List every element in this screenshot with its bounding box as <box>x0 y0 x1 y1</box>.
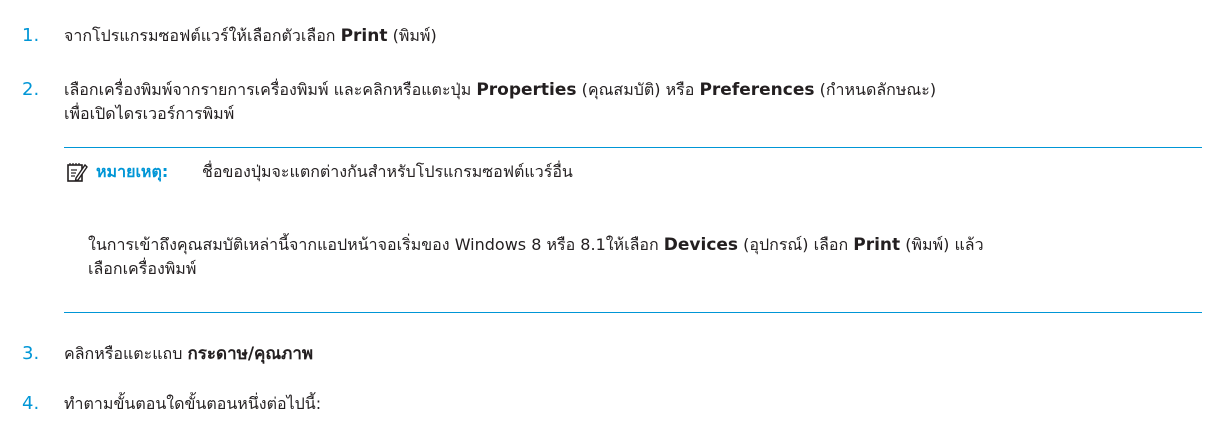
step-bold-term: Properties <box>476 80 577 100</box>
note-text: ชื่อของปุ่มจะแตกต่างกันสำหรับโปรแกรมซอฟต… <box>202 162 573 181</box>
note-label: หมายเหตุ: <box>96 162 169 181</box>
step-number: 4. <box>22 393 40 414</box>
note-bold-term: Print <box>853 235 901 255</box>
step-bold-term: Print <box>340 26 388 46</box>
step-text-part: เลือกเครื่องพิมพ์จากรายการเครื่องพิมพ์ แ… <box>64 80 477 99</box>
note-pencil-icon <box>67 163 88 182</box>
step-text-part: จากโปรแกรมซอฟต์แวร์ให้เลือกตัวเลือก <box>64 26 341 45</box>
step-text: คลิกหรือแตะแถบ กระดาษ/คุณภาพ <box>64 342 1190 366</box>
note-top-rule <box>64 147 1202 148</box>
step-number: 2. <box>22 79 40 100</box>
step-number: 1. <box>22 25 40 46</box>
step-text-part: คลิกหรือแตะแถบ <box>64 344 188 363</box>
note-body: ในการเข้าถึงคุณสมบัติเหล่านี้จากแอปหน้าจ… <box>88 233 1190 281</box>
step-bold-term: Preferences <box>699 80 815 100</box>
note-body-line: เลือกเครื่องพิมพ์ <box>88 259 197 278</box>
step-number: 3. <box>22 343 40 364</box>
step-text-part: (คุณสมบัติ) หรือ <box>576 80 700 99</box>
step-text: เลือกเครื่องพิมพ์จากรายการเครื่องพิมพ์ แ… <box>64 78 1190 126</box>
step-text-part: (กำหนดลักษณะ) <box>814 80 937 99</box>
step-text-part: ทำตามขั้นตอนใดขั้นตอนหนึ่งต่อไปนี้: <box>64 394 322 413</box>
note-body-part: (พิมพ์) แล้ว <box>900 235 984 254</box>
step-text-line: เพื่อเปิดไดรเวอร์การพิมพ์ <box>64 104 235 123</box>
step-text: ทำตามขั้นตอนใดขั้นตอนหนึ่งต่อไปนี้: <box>64 392 1190 416</box>
note-bold-term: Devices <box>663 235 739 255</box>
step-text: จากโปรแกรมซอฟต์แวร์ให้เลือกตัวเลือก Prin… <box>64 24 1190 48</box>
note-body-part: ในการเข้าถึงคุณสมบัติเหล่านี้จากแอปหน้าจ… <box>88 235 664 254</box>
step-bold-term: กระดาษ/คุณภาพ <box>187 344 314 364</box>
note-body-part: (อุปกรณ์) เลือก <box>738 235 854 254</box>
step-text-part: (พิมพ์) <box>387 26 437 45</box>
note-bottom-rule <box>64 312 1202 313</box>
